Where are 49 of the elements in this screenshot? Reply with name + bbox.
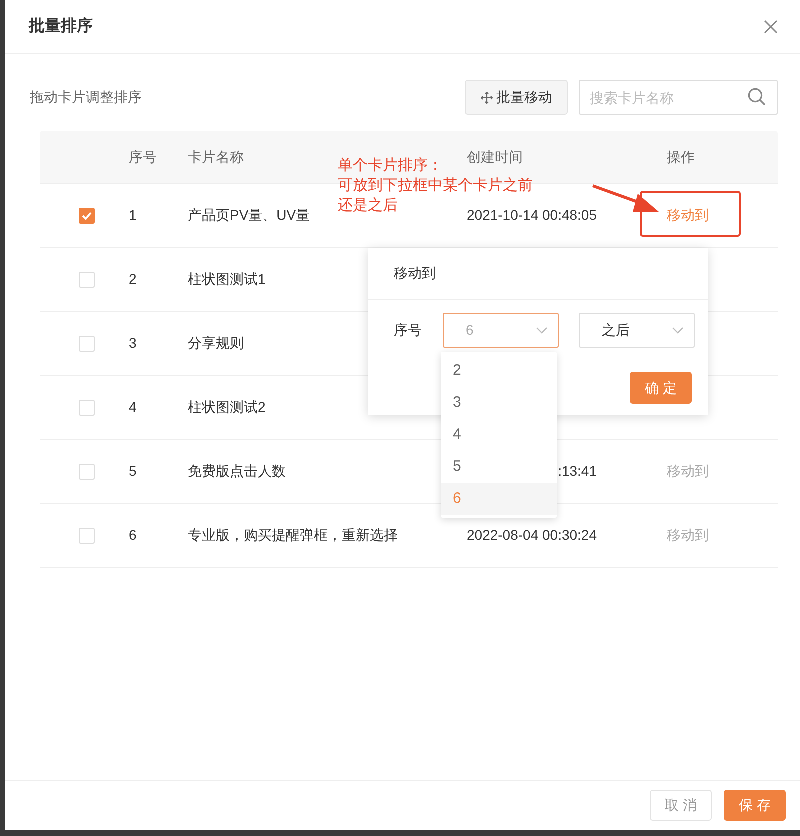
- card-name: 专业版，购买提醒弹框，重新选择: [188, 527, 398, 543]
- row-index: 4: [129, 399, 137, 415]
- created-time: 2021-10-14 00:48:05: [467, 207, 597, 223]
- row-index: 3: [129, 335, 137, 351]
- popover-title: 移动到: [394, 264, 436, 283]
- row-index: 2: [129, 271, 137, 287]
- dialog-title: 批量排序: [29, 16, 93, 36]
- dropdown-option[interactable]: 3: [441, 387, 557, 419]
- row-index: 1: [129, 207, 137, 223]
- chevron-icon: [536, 327, 548, 334]
- card-name: 分享规则: [188, 335, 244, 351]
- card-name: 产品页PV量、UV量: [188, 207, 310, 223]
- search-icon: [748, 88, 766, 106]
- save-button[interactable]: 保 存: [724, 790, 786, 821]
- annotation-text: 单个卡片排序：: [338, 156, 443, 176]
- dropdown-option[interactable]: 4: [441, 419, 557, 451]
- annotation-text: 可放到下拉框中某个卡片之前: [338, 176, 533, 196]
- checkmark-icon: [82, 212, 92, 220]
- annotation-arrow: [592, 184, 659, 212]
- dropdown-option[interactable]: 6: [441, 483, 557, 515]
- card-name: 柱状图测试1: [188, 271, 266, 287]
- column-header: 序号: [129, 148, 157, 164]
- column-header: 创建时间: [467, 148, 523, 164]
- checkbox[interactable]: [79, 208, 95, 224]
- card-name: 免费版点击人数: [188, 463, 286, 479]
- index-select[interactable]: 6: [443, 313, 559, 348]
- row-index: 5: [129, 463, 137, 479]
- move-to-link[interactable]: 移动到: [667, 527, 709, 543]
- row-index: 6: [129, 527, 137, 543]
- batch-move-button[interactable]: 批量移动: [465, 80, 568, 115]
- move-to-link[interactable]: 移动到: [667, 463, 709, 479]
- dropdown-option[interactable]: 2: [441, 355, 557, 387]
- hint-text: 拖动卡片调整排序: [30, 88, 142, 107]
- annotation-text: 还是之后: [338, 196, 398, 216]
- move-icon: [480, 92, 492, 104]
- move-to-link[interactable]: 移动到: [667, 207, 709, 223]
- column-header: 操作: [667, 148, 695, 164]
- card-name: 柱状图测试2: [188, 399, 266, 415]
- position-select[interactable]: 之后: [579, 313, 695, 348]
- created-time: :13:41: [558, 463, 597, 479]
- confirm-button[interactable]: 确 定: [630, 372, 692, 404]
- column-header: 卡片名称: [188, 148, 244, 164]
- close-icon[interactable]: [764, 20, 778, 34]
- chevron-icon: [672, 327, 684, 334]
- created-time: 2022-08-04 00:30:24: [467, 527, 597, 543]
- cancel-button[interactable]: 取 消: [650, 790, 712, 821]
- search-field[interactable]: 搜索卡片名称: [579, 80, 778, 115]
- field-label: 序号: [394, 321, 422, 340]
- dropdown-option[interactable]: 5: [441, 451, 557, 483]
